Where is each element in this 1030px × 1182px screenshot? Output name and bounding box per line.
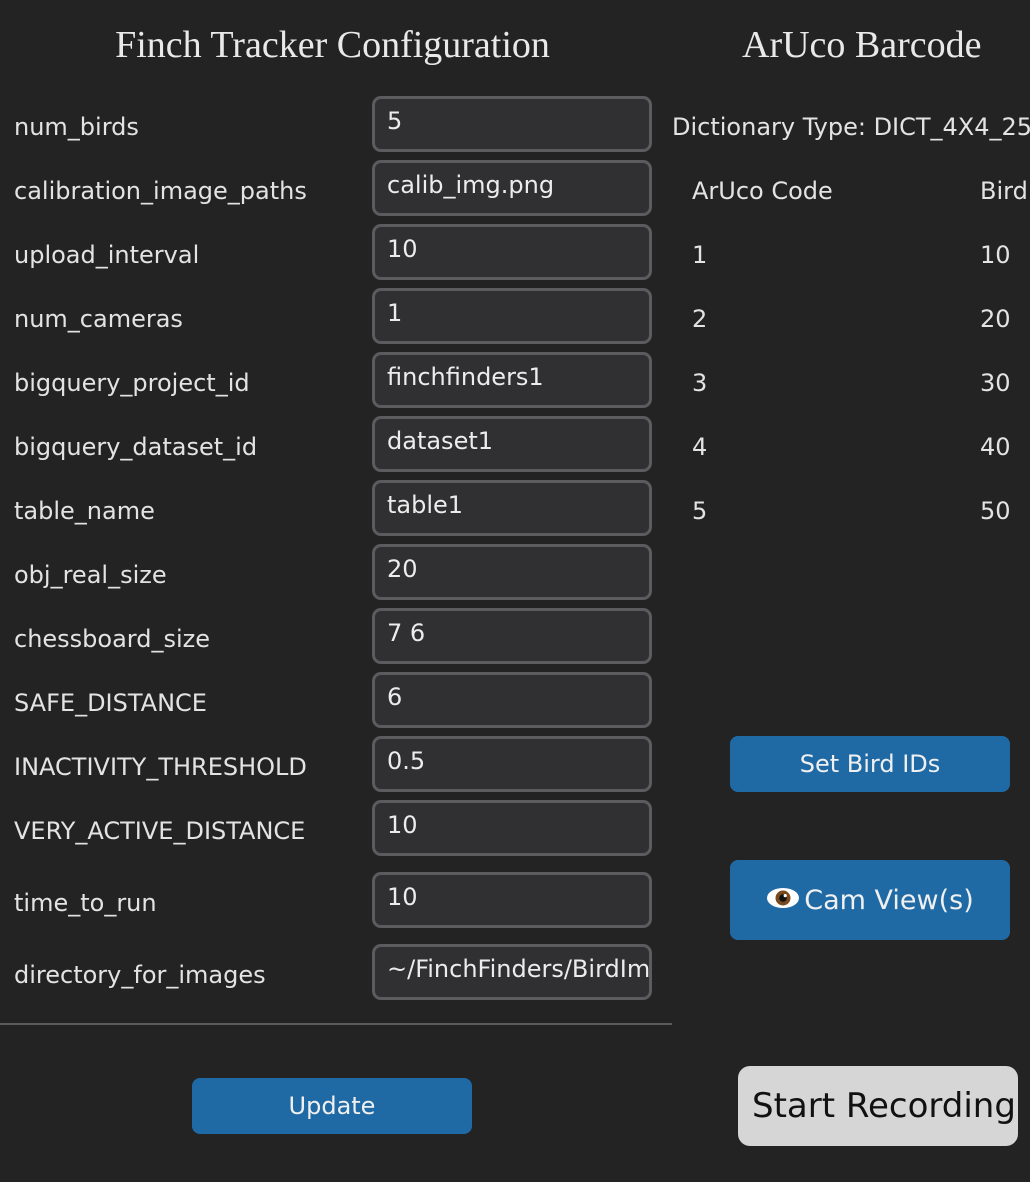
bird-id-header: Bird ID [980,177,1030,205]
directory-for-images-label: directory_for_images [14,961,266,989]
aruco-code-cell: 1 [692,241,708,269]
table-name-input[interactable] [372,480,652,536]
bigquery-project-id-input[interactable] [372,352,652,408]
config-title: Finch Tracker Configuration [115,24,550,66]
safe-distance-label: SAFE_DISTANCE [14,689,207,717]
chessboard-size-label: chessboard_size [14,625,211,653]
dictionary-type-text: Dictionary Type: DICT_4X4_250 [672,113,1030,141]
bird-id-cell: 50 [980,497,1011,525]
inactivity-threshold-input[interactable] [372,736,652,792]
bigquery-dataset-id-input[interactable] [372,416,652,472]
update-button[interactable]: Update [192,1078,472,1134]
table-name-label: table_name [14,497,155,525]
bird-id-cell: 10 [980,241,1011,269]
bigquery-project-id-label: bigquery_project_id [14,369,250,397]
aruco-code-cell: 3 [692,369,708,397]
start-recording-button[interactable]: Start Recording [738,1066,1018,1146]
upload-interval-input[interactable] [372,224,652,280]
calibration-image-paths-input[interactable] [372,160,652,216]
aruco-code-header: ArUco Code [692,177,833,205]
eye-icon [766,885,800,916]
config-divider [0,1023,672,1025]
bird-id-cell: 30 [980,369,1011,397]
safe-distance-input[interactable] [372,672,652,728]
aruco-code-cell: 2 [692,305,708,333]
very-active-distance-input[interactable] [372,800,652,856]
aruco-title: ArUco Barcode [742,24,982,66]
upload-interval-label: upload_interval [14,241,200,269]
aruco-code-cell: 5 [692,497,708,525]
cam-view-button[interactable]: Cam View(s) [730,860,1010,940]
num-cameras-input[interactable] [372,288,652,344]
bird-id-cell: 20 [980,305,1011,333]
time-to-run-label: time_to_run [14,889,157,917]
num-birds-label: num_birds [14,113,139,141]
time-to-run-input[interactable] [372,872,652,928]
bird-id-cell: 40 [980,433,1011,461]
calibration-image-paths-label: calibration_image_paths [14,177,307,205]
obj-real-size-input[interactable] [372,544,652,600]
cam-view-label: Cam View(s) [804,884,974,916]
obj-real-size-label: obj_real_size [14,561,167,589]
chessboard-size-input[interactable] [372,608,652,664]
very-active-distance-label: VERY_ACTIVE_DISTANCE [14,817,306,845]
bigquery-dataset-id-label: bigquery_dataset_id [14,433,258,461]
aruco-code-cell: 4 [692,433,708,461]
num-birds-input[interactable] [372,96,652,152]
num-cameras-label: num_cameras [14,305,183,333]
inactivity-threshold-label: INACTIVITY_THRESHOLD [14,753,307,781]
set-bird-ids-button[interactable]: Set Bird IDs [730,736,1010,792]
directory-for-images-input[interactable] [372,944,652,1000]
